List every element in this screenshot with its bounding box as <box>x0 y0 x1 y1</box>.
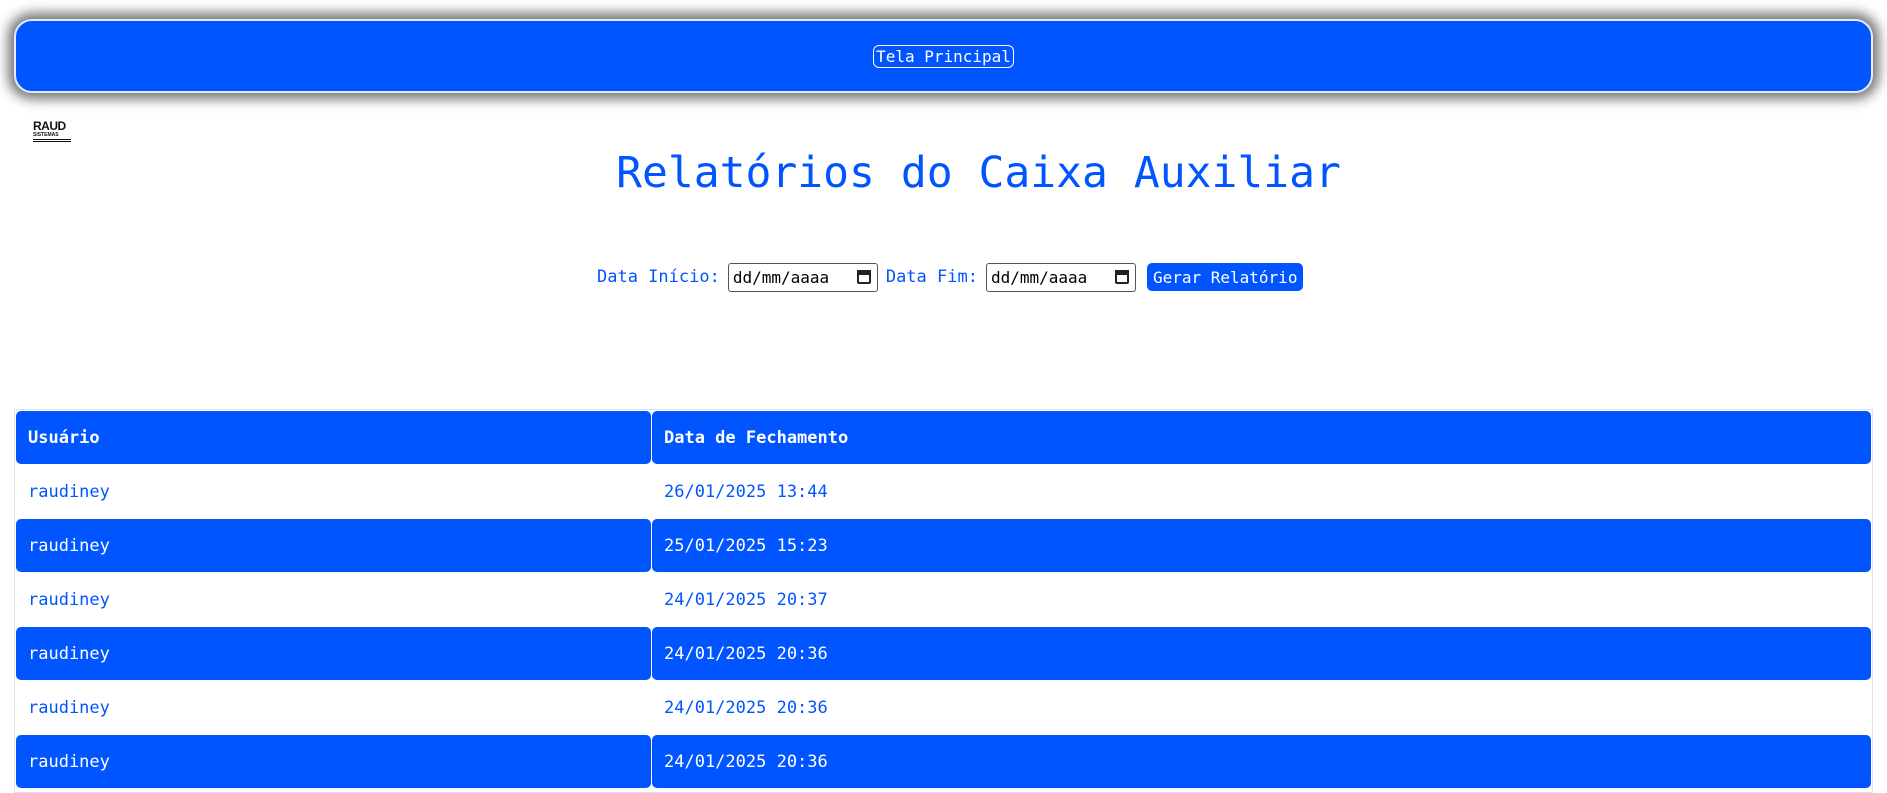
report-filters: Data Início: dd/mm/aaaa Data Fim: dd/mm/… <box>597 262 1304 292</box>
user-cell: raudiney <box>16 627 651 680</box>
table-row: raudiney 24/01/2025 20:37 <box>16 573 1871 626</box>
closing-date-cell: 24/01/2025 20:36 <box>652 627 1871 680</box>
closing-date-cell: 24/01/2025 20:37 <box>652 573 1871 626</box>
table-row: raudiney 24/01/2025 20:36 <box>16 627 1871 680</box>
logo-subtext: SISTEMAS <box>33 132 59 138</box>
column-header-user: Usuário <box>16 411 651 464</box>
table-row: raudiney 25/01/2025 15:23 <box>16 519 1871 572</box>
logo-rule <box>33 141 71 142</box>
user-cell: raudiney <box>16 735 651 788</box>
generate-report-button[interactable]: Gerar Relatório <box>1146 263 1304 291</box>
table-row: raudiney 26/01/2025 13:44 <box>16 465 1871 518</box>
start-date-value: dd/mm/aaaa <box>732 267 830 287</box>
end-date-label: Data Fim: <box>885 267 978 287</box>
calendar-icon[interactable] <box>856 270 871 284</box>
home-link[interactable]: Tela Principal <box>873 44 1014 68</box>
table-row: raudiney 24/01/2025 20:36 <box>16 735 1871 788</box>
table-row: raudiney 24/01/2025 20:36 <box>16 681 1871 734</box>
reports-table: Usuário Data de Fechamento raudiney 26/0… <box>14 409 1873 793</box>
raud-logo: RAUD SISTEMAS <box>33 120 73 148</box>
start-date-label: Data Início: <box>597 267 720 287</box>
logo-text: RAUD <box>33 119 66 133</box>
end-date-value: dd/mm/aaaa <box>990 267 1088 287</box>
user-cell: raudiney <box>16 681 651 734</box>
column-header-closing-date: Data de Fechamento <box>652 411 1871 464</box>
logo-rule <box>33 139 71 140</box>
page-title: Relatórios do Caixa Auxiliar <box>616 148 1341 198</box>
user-cell: raudiney <box>16 573 651 626</box>
calendar-icon[interactable] <box>1114 270 1129 284</box>
start-date-input[interactable]: dd/mm/aaaa <box>727 262 878 292</box>
closing-date-cell: 25/01/2025 15:23 <box>652 519 1871 572</box>
top-nav-bar: Tela Principal <box>14 19 1873 93</box>
end-date-input[interactable]: dd/mm/aaaa <box>985 262 1136 292</box>
table-header-row: Usuário Data de Fechamento <box>16 411 1871 464</box>
user-cell: raudiney <box>16 519 651 572</box>
closing-date-cell: 26/01/2025 13:44 <box>652 465 1871 518</box>
closing-date-cell: 24/01/2025 20:36 <box>652 735 1871 788</box>
closing-date-cell: 24/01/2025 20:36 <box>652 681 1871 734</box>
user-cell: raudiney <box>16 465 651 518</box>
